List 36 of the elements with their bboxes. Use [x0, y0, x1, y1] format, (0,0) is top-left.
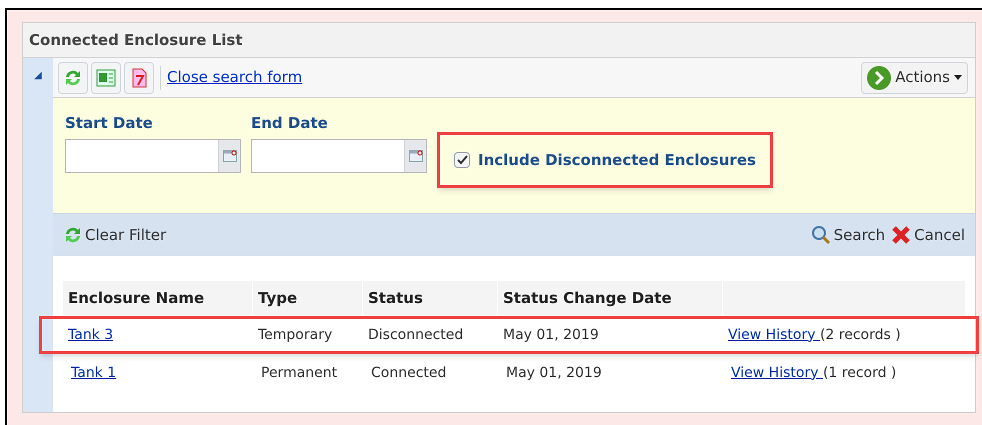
refresh-icon	[63, 225, 83, 245]
column-header: Enclosure Name	[68, 288, 204, 310]
refresh-button[interactable]	[58, 62, 88, 94]
close-search-link[interactable]: Close search form	[167, 66, 302, 89]
end-date-label: End Date	[251, 113, 329, 134]
calendar-icon[interactable]	[218, 140, 240, 172]
search-button[interactable]: Search	[810, 224, 886, 246]
column-header: Type	[258, 288, 298, 310]
table-cell: May 01, 2019	[506, 364, 602, 380]
table-cell: Permanent	[261, 364, 338, 380]
panel-title: Connected Enclosure List	[23, 23, 975, 58]
end-date-field[interactable]	[251, 138, 427, 172]
cancel-button[interactable]: Cancel	[891, 224, 965, 246]
close-icon	[891, 225, 912, 245]
column-header: Status	[368, 288, 423, 310]
include-checkbox[interactable]	[454, 152, 470, 168]
table-cell: Connected	[371, 364, 446, 380]
record-count: (1 record )	[822, 364, 896, 380]
record-count: (2 records )	[820, 326, 901, 342]
actions-button[interactable]: Actions	[861, 62, 968, 94]
caret-icon	[954, 75, 962, 80]
table-cell: Disconnected	[368, 326, 464, 342]
table-cell: Temporary	[258, 326, 332, 342]
table-cell: May 01, 2019	[503, 326, 599, 342]
search-icon	[810, 225, 831, 245]
enclosure-link[interactable]: Tank 1	[71, 364, 116, 380]
calendar-icon[interactable]	[404, 140, 426, 172]
start-date-label: Start Date	[65, 113, 154, 134]
column-header: Status Change Date	[503, 288, 672, 310]
enclosure-link[interactable]: Tank 3	[68, 326, 114, 342]
start-date-field[interactable]	[65, 138, 241, 172]
collapse-toggle[interactable]: ◢	[34, 68, 42, 82]
include-checkbox-label: Include Disconnected Enclosures	[478, 150, 756, 171]
view-history-link[interactable]: View History	[728, 326, 820, 342]
clear-filter-button[interactable]: Clear Filter	[63, 224, 166, 246]
view-history-link[interactable]: View History	[731, 364, 823, 380]
